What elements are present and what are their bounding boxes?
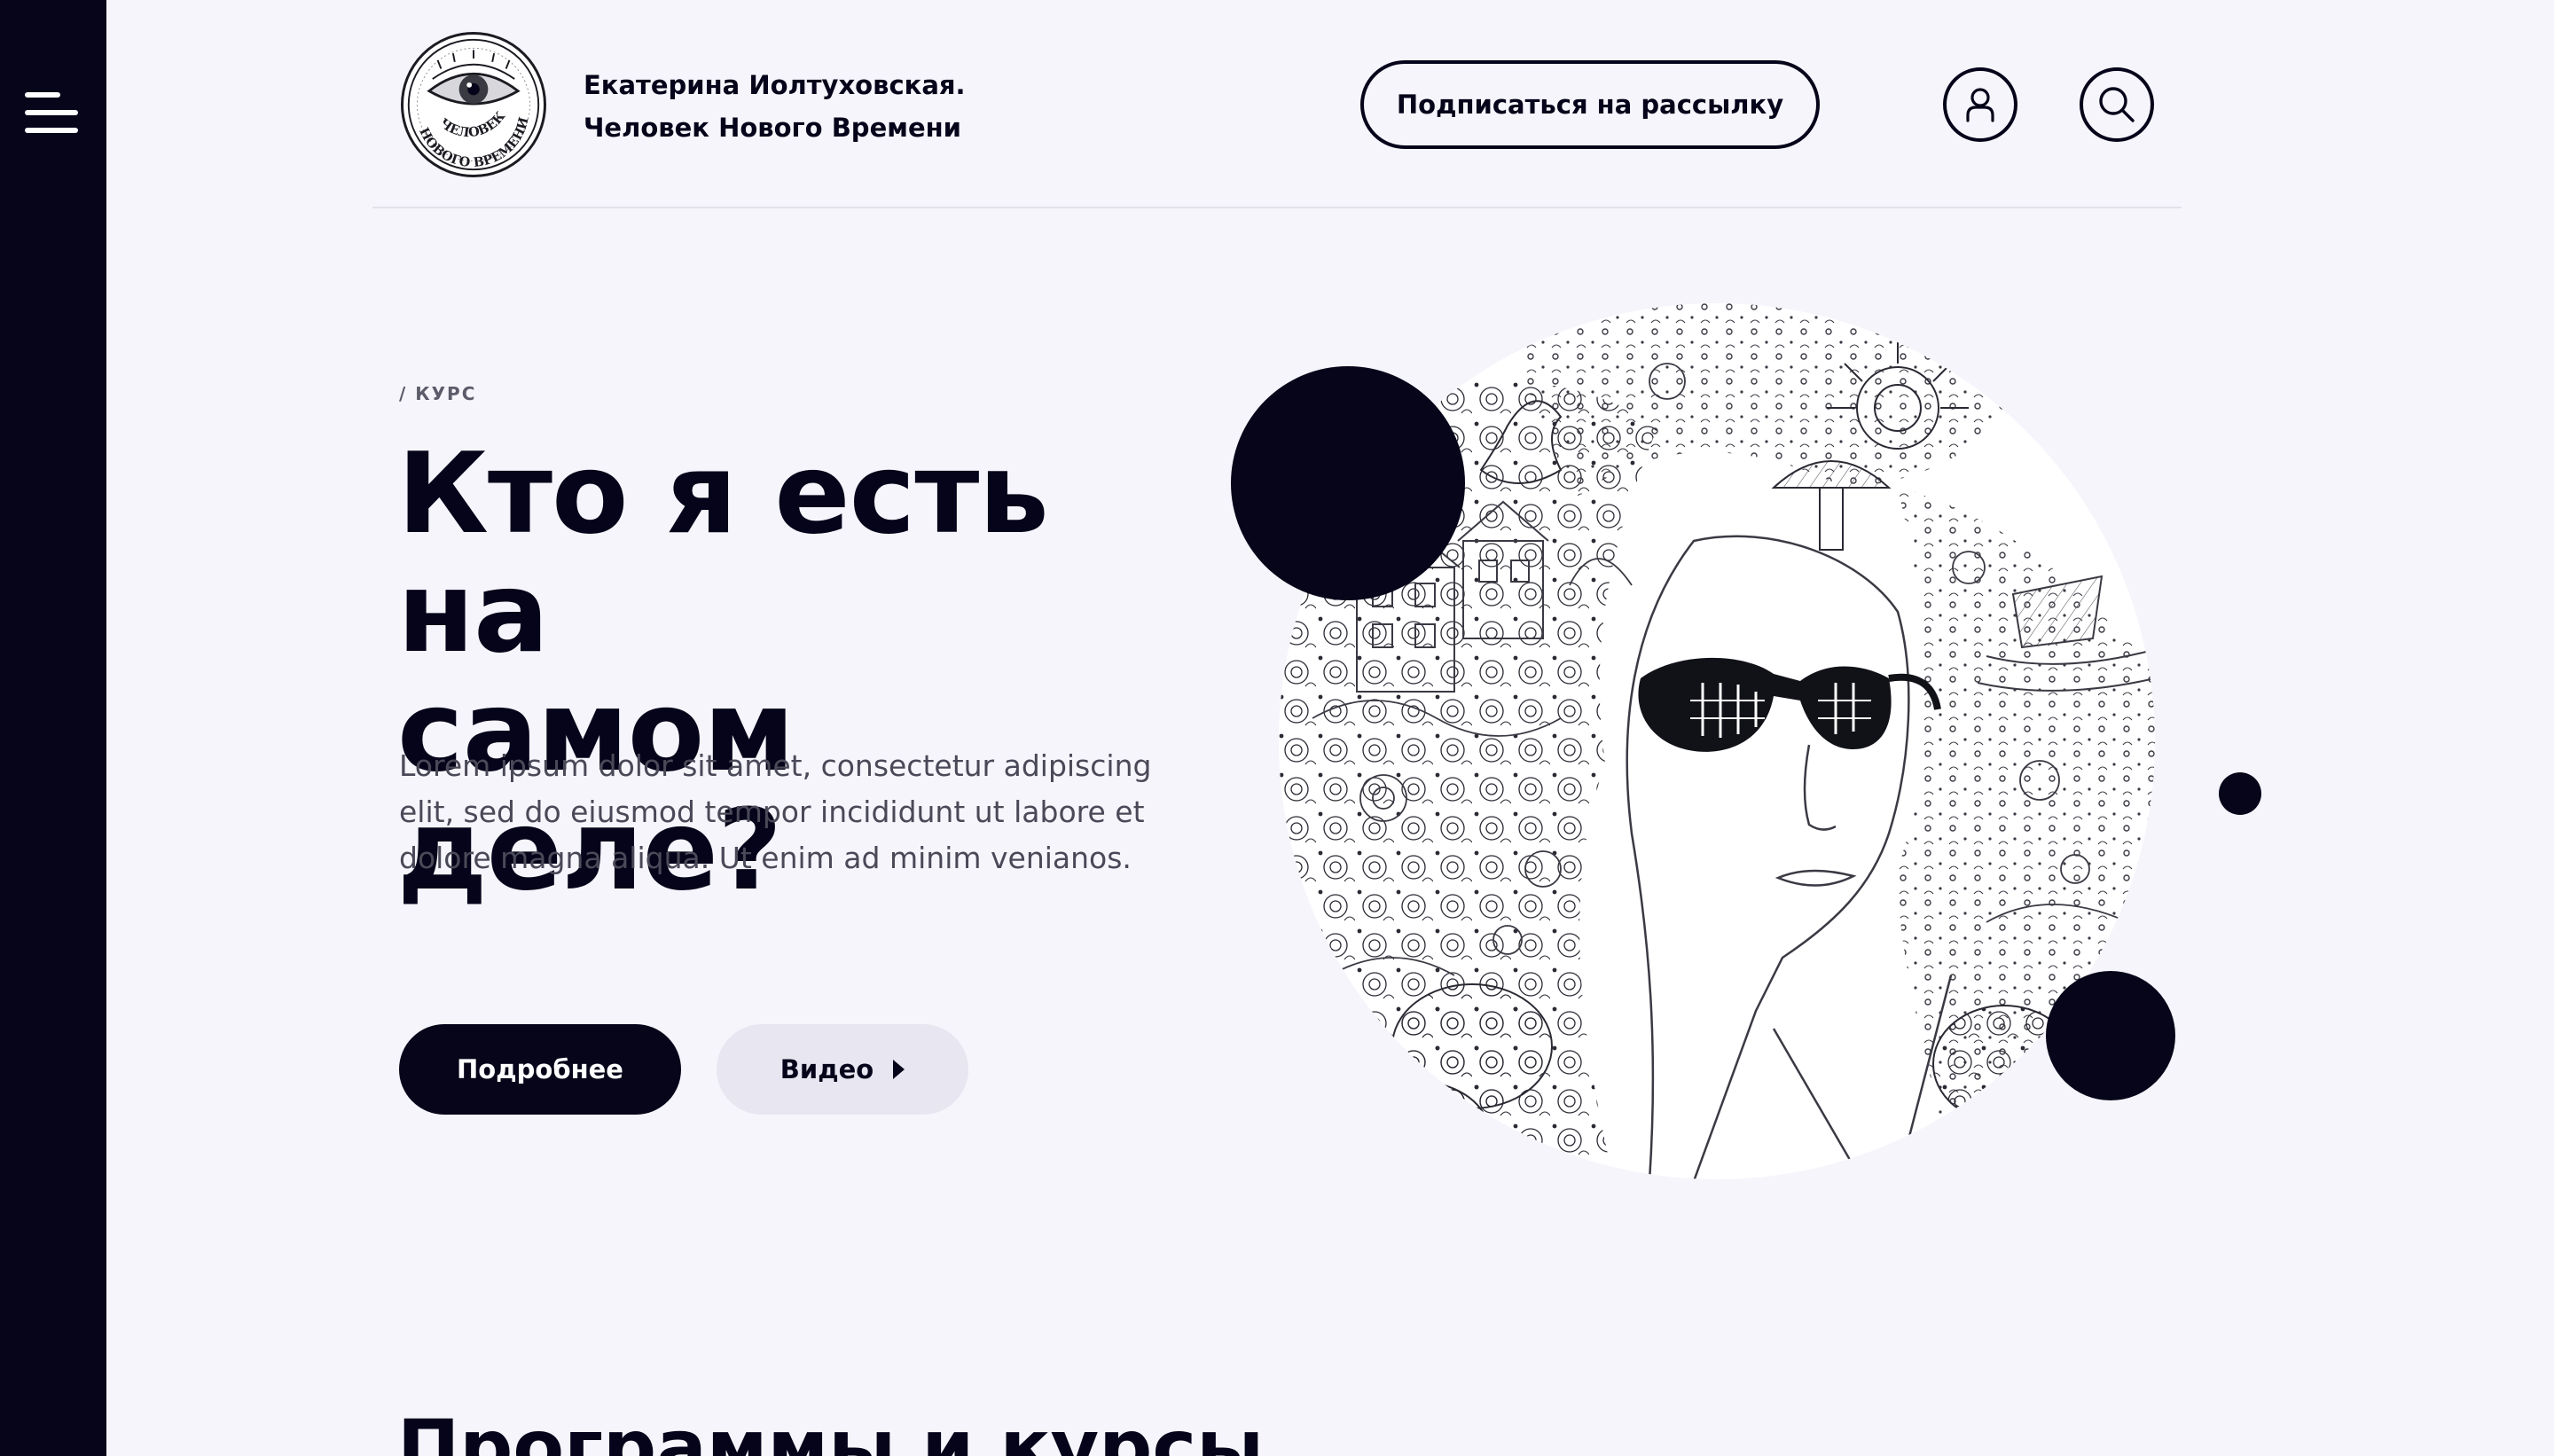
decorative-circle-small [2219,772,2261,815]
decorative-circle-large [1231,366,1465,600]
subscribe-button[interactable]: Подписаться на рассылку [1360,60,1820,149]
site-logo[interactable]: ЧЕЛОВЕК НОВОГО ВРЕМЕНИ [401,32,546,177]
svg-text:НОВОГО ВРЕМЕНИ: НОВОГО ВРЕМЕНИ [416,115,531,170]
landing-page: ЧЕЛОВЕК НОВОГО ВРЕМЕНИ Екатерина Иолтухо… [0,0,2554,1456]
hero-description-line-1: Lorem ipsum dolor sit amet, consectetur … [399,748,1152,783]
play-icon [893,1060,905,1079]
search-icon [2099,87,2135,122]
account-button[interactable] [1943,67,2017,142]
more-button[interactable]: Подробнее [399,1024,681,1115]
breadcrumb[interactable]: / КУРС [399,383,476,404]
hero-description-line-3: dolore magna aliqua. Ut enim ad minim ve… [399,841,1132,875]
side-rail [0,0,106,1456]
video-button[interactable]: Видео [717,1024,968,1115]
hero-description-line-2: elit, sed do eiusmod tempor incididunt u… [399,795,1145,829]
svg-text:ЧЕЛОВЕК: ЧЕЛОВЕК [437,109,509,141]
search-button[interactable] [2080,67,2154,142]
logo-text-line2: НОВОГО ВРЕМЕНИ [416,115,531,170]
user-icon [1966,88,1994,122]
menu-icon[interactable] [25,89,82,138]
video-button-label: Видео [780,1054,874,1084]
hero-description: Lorem ipsum dolor sit amet, consectetur … [399,743,1162,881]
programs-section-title: Программы и курсы [397,1404,1265,1456]
hero-title-line-1: Кто я есть на [397,428,1049,677]
brand-line-2: Человек Нового Времени [584,113,961,143]
brand-line-1: Екатерина Иолтуховская. [584,70,966,100]
logo-text-line1: ЧЕЛОВЕК [437,109,509,141]
decorative-circle-medium [2046,971,2175,1100]
brand-name: Екатерина Иолтуховская. Человек Нового В… [584,64,966,149]
header-divider [372,207,2182,208]
